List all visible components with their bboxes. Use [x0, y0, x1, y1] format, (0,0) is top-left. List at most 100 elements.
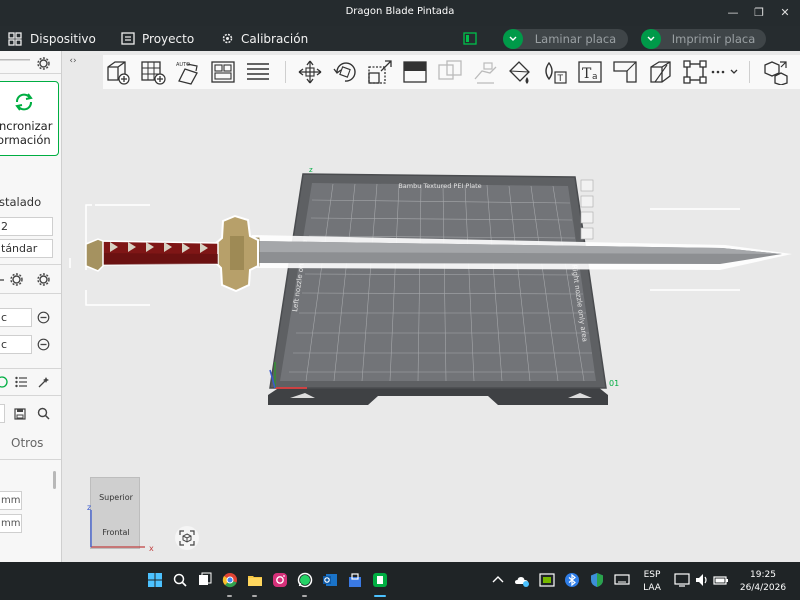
magic-wand-icon[interactable]	[37, 376, 50, 389]
calibration-icon	[222, 33, 233, 44]
laminar-dropdown-icon[interactable]	[503, 29, 523, 49]
param-field-2[interactable]: mm	[0, 514, 22, 533]
printer-header-line	[0, 59, 30, 61]
text-icon[interactable]: Ta	[577, 59, 603, 85]
measure-icon[interactable]	[612, 59, 638, 85]
svg-text:a: a	[592, 72, 598, 82]
chevron-up-icon[interactable]	[490, 572, 506, 588]
add-plate-icon[interactable]	[140, 59, 166, 85]
rotate-icon[interactable]	[332, 59, 358, 85]
layers-icon[interactable]	[245, 59, 271, 85]
sync-icon	[15, 93, 33, 111]
menu-calibracion-label: Calibración	[241, 31, 309, 46]
onedrive-icon[interactable]	[514, 572, 530, 588]
move-icon[interactable]	[297, 59, 323, 85]
plate-lock-icon[interactable]	[580, 227, 594, 240]
bambu-studio-icon[interactable]	[372, 572, 388, 588]
bounding-box-icon[interactable]	[682, 59, 708, 85]
windows-start-icon[interactable]	[147, 572, 163, 588]
collapse-panel-icon[interactable]: ‹›	[66, 54, 80, 68]
menu-dispositivo[interactable]: Dispositivo	[8, 26, 96, 51]
profile-field[interactable]: tándar	[0, 239, 53, 258]
minimize-button[interactable]: —	[724, 4, 742, 22]
chrome-icon[interactable]	[222, 572, 238, 588]
keyboard-layout[interactable]: LAA	[640, 583, 664, 593]
save-icon[interactable]	[14, 408, 26, 420]
toolbar: AUTO T Ta	[103, 55, 800, 89]
bluetooth-icon[interactable]	[564, 572, 580, 588]
sync-info-card[interactable]: ncronizar formación	[0, 81, 59, 156]
tab-otros[interactable]: Otros	[11, 436, 43, 450]
network-icon[interactable]	[674, 572, 690, 588]
plate-orient-icon[interactable]	[580, 195, 594, 208]
active-indicator	[302, 595, 307, 597]
view-axes: x z	[87, 503, 154, 553]
filament-settings-icon[interactable]	[10, 273, 23, 286]
task-view-icon[interactable]	[197, 572, 213, 588]
divider	[0, 395, 61, 396]
scene-3d[interactable]: Bambu Textured PEI Plate Left nozzle onl…	[63, 90, 800, 562]
battery-icon[interactable]	[713, 572, 729, 588]
clock-time[interactable]: 19:25	[738, 570, 788, 580]
lay-on-face-icon[interactable]	[402, 59, 428, 85]
filament-1-field[interactable]: c	[0, 308, 32, 327]
gear-icon[interactable]	[37, 273, 50, 286]
language-code[interactable]: ESP	[640, 570, 664, 580]
outlook-icon[interactable]	[322, 572, 338, 588]
security-shield-icon[interactable]	[589, 572, 605, 588]
menu-calibracion[interactable]: Calibración	[221, 26, 308, 51]
plate-arrange-icon[interactable]	[580, 211, 594, 224]
nozzle-field[interactable]: 2	[0, 217, 53, 236]
scale-icon[interactable]	[367, 59, 393, 85]
volume-icon[interactable]	[694, 572, 710, 588]
file-explorer-icon[interactable]	[247, 572, 263, 588]
menu-proyecto[interactable]: Proyecto	[121, 26, 194, 51]
menu-dispositivo-label: Dispositivo	[30, 31, 96, 46]
list-icon[interactable]	[15, 376, 28, 388]
cut-icon[interactable]	[437, 59, 463, 85]
remove-filament-1-icon[interactable]	[37, 311, 50, 324]
more-tools-icon[interactable]	[709, 59, 743, 85]
search-icon[interactable]	[37, 407, 50, 420]
store-icon[interactable]	[347, 572, 363, 588]
param-field-1[interactable]: mm	[0, 491, 22, 510]
active-indicator	[252, 595, 257, 597]
toggle-icon[interactable]	[0, 376, 8, 388]
plate-grid-area	[280, 183, 596, 381]
search-field[interactable]	[0, 404, 5, 423]
scrollbar[interactable]	[53, 471, 56, 489]
laminar-placa-button[interactable]: Laminar placa	[503, 29, 628, 49]
active-indicator	[374, 595, 386, 597]
plate-tools	[580, 179, 594, 240]
whatsapp-icon[interactable]	[297, 572, 313, 588]
nvidia-icon[interactable]	[539, 572, 555, 588]
display-icon[interactable]	[614, 572, 630, 588]
arrow-icon[interactable]	[0, 275, 6, 285]
instagram-icon[interactable]	[272, 572, 288, 588]
close-button[interactable]: ✕	[776, 4, 794, 22]
divider	[0, 293, 61, 294]
add-object-icon[interactable]	[105, 59, 131, 85]
plate-close-icon[interactable]	[580, 179, 594, 192]
auto-orient-icon[interactable]: AUTO	[175, 59, 201, 85]
clock-date[interactable]: 26/4/2026	[738, 583, 788, 593]
plate-slicer-icon[interactable]	[463, 32, 477, 45]
taskbar: ESP LAA 19:25 26/4/2026	[0, 562, 800, 600]
seam-paint-icon[interactable]: T	[542, 59, 568, 85]
svg-text:T: T	[557, 74, 564, 84]
toolbar-separator	[749, 61, 750, 83]
sync-label-line1: ncronizar	[0, 119, 53, 133]
assembly-icon[interactable]	[647, 59, 673, 85]
split-parts-icon[interactable]	[762, 59, 788, 85]
boolean-icon[interactable]	[472, 59, 498, 85]
imprimir-placa-button[interactable]: Imprimir placa	[641, 29, 766, 49]
remove-filament-2-icon[interactable]	[37, 338, 50, 351]
filament-2-field[interactable]: c	[0, 335, 32, 354]
fit-view-button[interactable]	[175, 526, 199, 550]
arrange-icon[interactable]	[210, 59, 236, 85]
imprimir-dropdown-icon[interactable]	[641, 29, 661, 49]
search-icon[interactable]	[172, 572, 188, 588]
restore-button[interactable]: ❐	[750, 4, 768, 22]
printer-settings-icon[interactable]	[37, 57, 50, 70]
supports-paint-icon[interactable]	[507, 59, 533, 85]
